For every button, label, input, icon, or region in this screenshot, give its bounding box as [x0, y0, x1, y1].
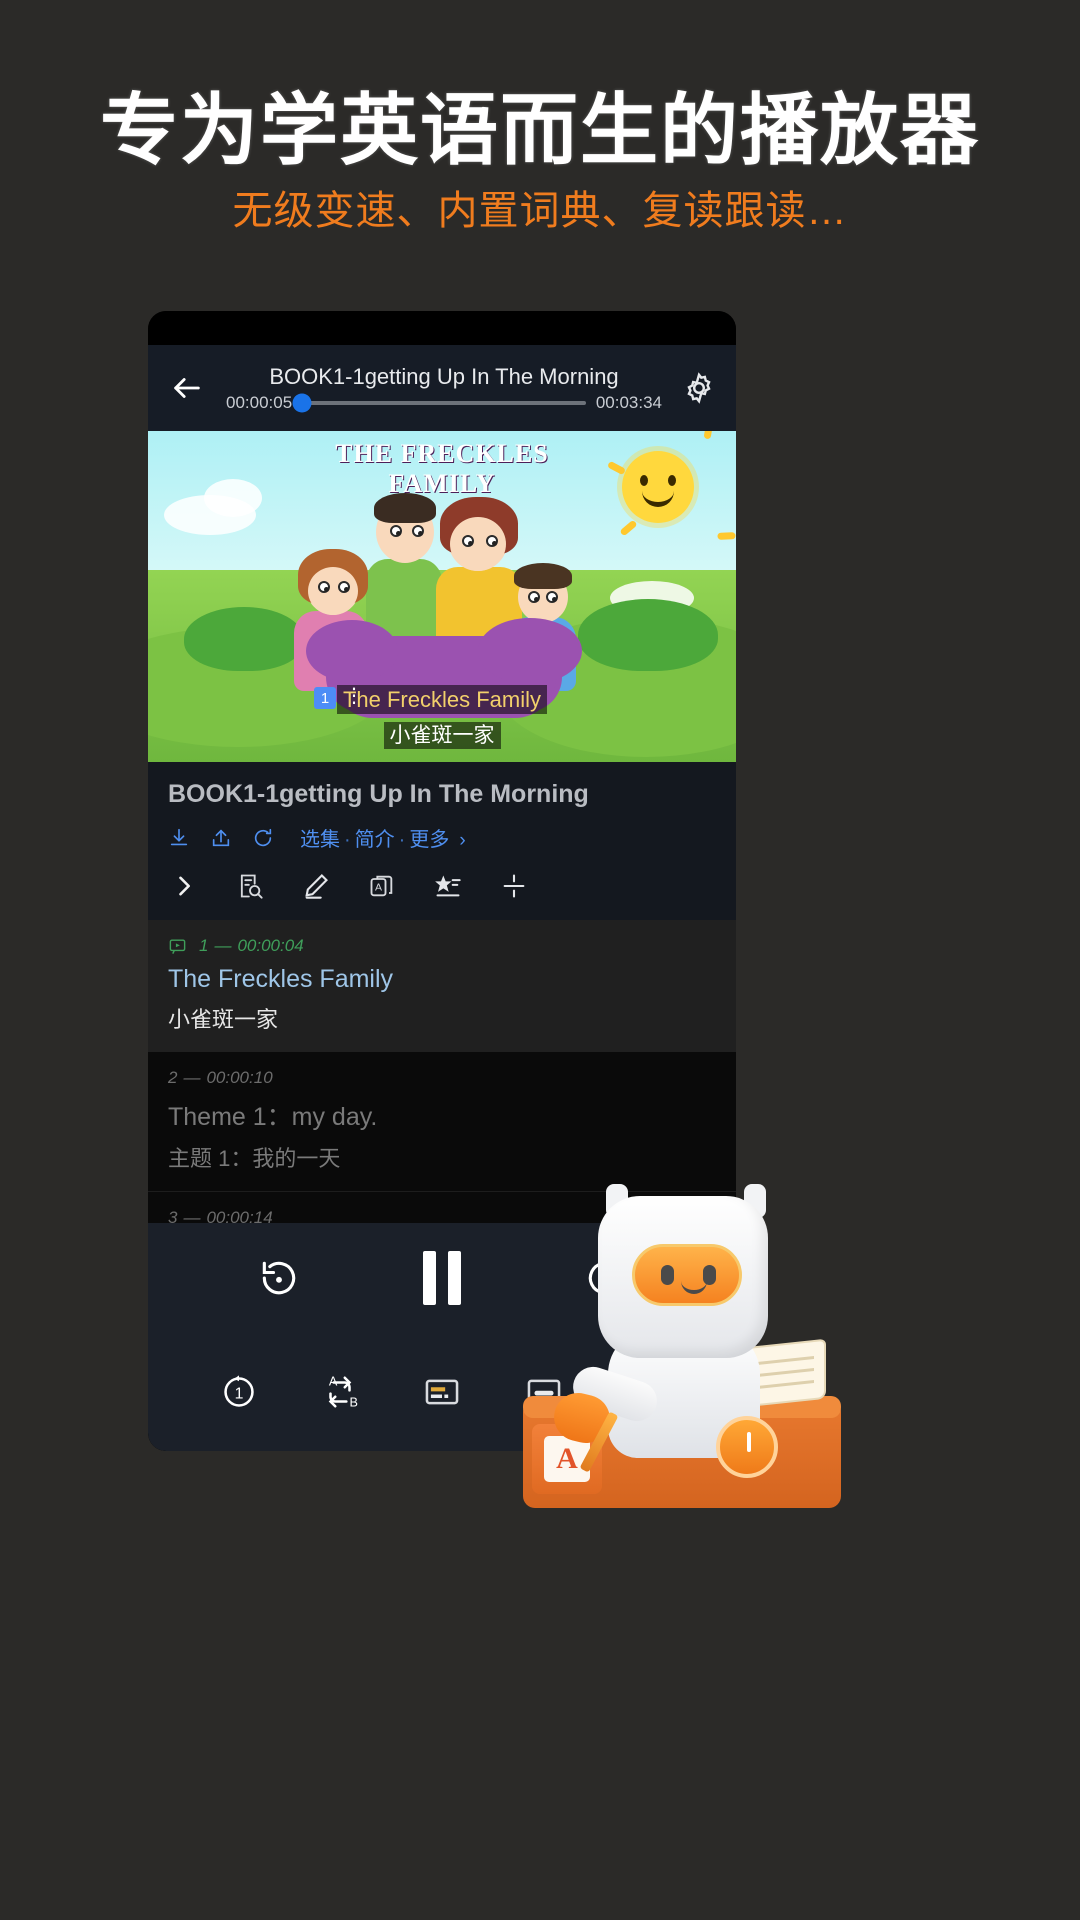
settings-button[interactable] [662, 370, 736, 406]
seek-knob[interactable] [292, 393, 312, 412]
mascot-clock [716, 1416, 778, 1478]
annotate-tool[interactable] [302, 872, 330, 900]
header-title: BOOK1-1getting Up In The Morning [269, 363, 619, 389]
video-subtitle-en: The Freckles Family [148, 685, 736, 714]
card-a-icon: A [370, 875, 393, 897]
page-subtitle: 无级变速、内置词典、复读跟读… [232, 189, 848, 233]
current-time: 00:00:05 [226, 392, 293, 412]
transcript-index: 1 [199, 936, 209, 955]
link-intro[interactable]: 简介 [355, 829, 395, 851]
link-playlist[interactable]: 选集 [300, 829, 340, 851]
split-tool[interactable] [500, 872, 528, 900]
progress-row: 00:00:05 00:03:34 [226, 393, 662, 413]
video-subtitle-zh: 小雀斑一家 [148, 719, 736, 749]
status-bar [148, 311, 736, 345]
divide-icon [503, 874, 525, 898]
download-icon[interactable] [168, 827, 190, 849]
transcript-zh: 小雀斑一家 [168, 1007, 279, 1032]
video-player[interactable]: THE FRECKLES FAMILY 1 ⋮ The Freckles Fam… [148, 431, 736, 762]
link-separator: · [398, 829, 406, 851]
star-list-icon [435, 875, 461, 897]
total-time: 00:03:34 [595, 392, 662, 412]
pencil-icon [305, 874, 328, 899]
transcript-zh: 主题 1：我的一天 [168, 1146, 341, 1171]
transcript-meta: 1 — 00:00:04 [168, 936, 716, 956]
tool-row: A [148, 856, 736, 920]
transcript-dash: — [214, 936, 232, 955]
share-icon[interactable] [210, 827, 232, 849]
transcript-en: Theme 1：my day. [168, 1103, 378, 1131]
transcript-meta: 2 — 00:00:10 [168, 1068, 716, 1088]
favorites-tool[interactable] [434, 872, 462, 900]
refresh-icon[interactable] [252, 827, 274, 849]
transcript-time: 00:00:10 [206, 1068, 273, 1087]
info-panel: BOOK1-1getting Up In The Morning 选集 · 简介 · 更… [148, 762, 736, 856]
chevron-right-icon[interactable]: › [459, 830, 465, 851]
expand-tool[interactable] [170, 872, 198, 900]
repeat-one-button[interactable]: 1 [188, 1373, 290, 1411]
promo-page: 专为学英语而生的播放器 无级变速、内置词典、复读跟读… BOOK1-1getti… [0, 0, 1080, 1920]
repeat-one-icon: 1 [224, 1375, 254, 1407]
mascot-face [632, 1244, 742, 1306]
lookup-tool[interactable] [236, 872, 264, 900]
transcript-dash: — [183, 1068, 201, 1087]
bush-shape [184, 607, 304, 671]
rewind-button[interactable] [257, 1256, 301, 1300]
info-link-group[interactable]: 选集 · 简介 · 更多 › [300, 823, 466, 852]
media-title: BOOK1-1getting Up In The Morning [168, 780, 589, 808]
info-actions: 选集 · 简介 · 更多 › [168, 823, 716, 852]
player-header: BOOK1-1getting Up In The Morning 00:00:0… [148, 345, 736, 431]
mascot-illustration [520, 1178, 850, 1508]
subtitle-marker-icon [169, 938, 186, 954]
title-card-text: THE FRECKLES FAMILY [335, 439, 549, 498]
header-center: BOOK1-1getting Up In The Morning 00:00:0… [226, 364, 662, 413]
svg-text:A: A [375, 882, 382, 894]
transcript-en: The Freckles Family [168, 965, 394, 993]
replay-back-icon [262, 1261, 296, 1295]
dual-subtitle-icon [425, 1379, 459, 1405]
gear-icon [687, 372, 711, 404]
more-vertical-icon[interactable]: ⋮ [344, 685, 364, 707]
subtitle-index-badge[interactable]: 1 [314, 687, 336, 709]
transcript-row[interactable]: 2 — 00:00:10 Theme 1：my day. 主题 1：我的一天 [148, 1052, 736, 1192]
svg-text:A: A [329, 1375, 338, 1389]
arrow-left-icon [174, 378, 200, 398]
back-button[interactable] [148, 371, 226, 405]
svg-text:B: B [350, 1395, 358, 1409]
transcript-time: 00:00:04 [237, 936, 304, 955]
seek-slider[interactable] [292, 393, 586, 412]
pause-button[interactable] [417, 1251, 467, 1305]
transcript-row[interactable]: 1 — 00:00:04 The Freckles Family 小雀斑一家 [148, 920, 736, 1052]
link-separator: · [344, 829, 351, 851]
page-title: 专为学英语而生的播放器 [99, 86, 980, 174]
document-search-icon [240, 874, 263, 899]
svg-text:1: 1 [234, 1385, 243, 1402]
dual-subtitle-button[interactable] [391, 1373, 493, 1411]
bush-shape [578, 599, 718, 671]
flashcard-tool[interactable]: A [368, 872, 396, 900]
chevron-right-icon [179, 876, 190, 896]
pause-icon [417, 1251, 467, 1305]
transcript-index: 2 [168, 1068, 178, 1087]
ab-loop-button[interactable]: A B [290, 1373, 392, 1411]
link-more[interactable]: 更多 [409, 829, 449, 851]
ab-loop-icon: A B [329, 1375, 358, 1409]
